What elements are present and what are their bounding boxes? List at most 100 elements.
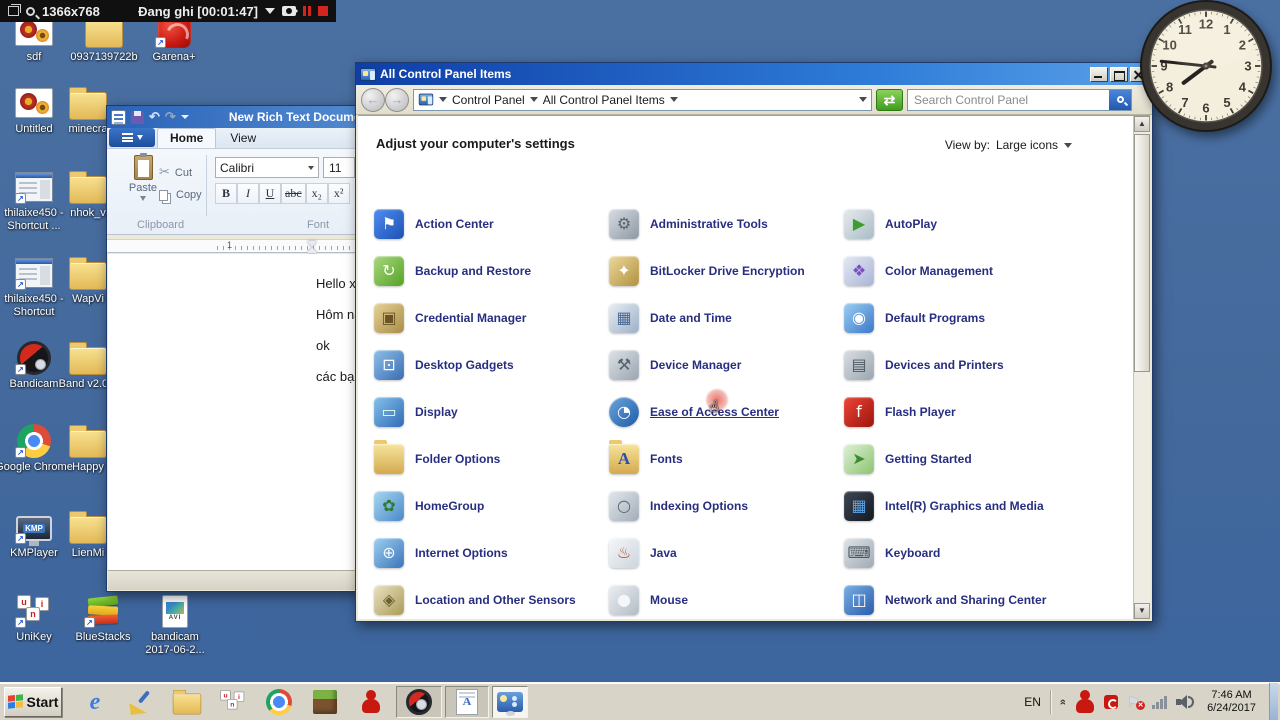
cp-item-default-programs[interactable]: ◉Default Programs — [844, 294, 1079, 341]
desktop-icon-bandicam-2017-06-2[interactable]: AVIbandicam 2017-06-2... — [136, 594, 214, 657]
cp-item-color-management[interactable]: ❖Color Management — [844, 247, 1079, 294]
cp-item-desktop-gadgets[interactable]: ⊡Desktop Gadgets — [374, 341, 609, 388]
wordpad-menu-button[interactable] — [109, 128, 155, 147]
cp-item-autoplay[interactable]: ▶AutoPlay — [844, 200, 1079, 247]
cp-item-internet-options[interactable]: ⊕Internet Options — [374, 529, 609, 576]
clock-gadget[interactable]: 123456789101112 — [1136, 0, 1276, 136]
taskbar-window-control-panel[interactable] — [492, 686, 528, 718]
font-size-select[interactable]: 11 — [323, 157, 355, 178]
language-indicator[interactable]: EN — [1024, 695, 1041, 709]
taskbar-unikey-icon[interactable]: uin — [210, 686, 256, 718]
paste-button[interactable]: Paste — [121, 155, 165, 213]
copy-button[interactable]: Copy — [159, 189, 202, 201]
maximize-button[interactable] — [1110, 67, 1128, 82]
tab-home[interactable]: Home — [157, 128, 216, 148]
bandicam-stop-icon[interactable] — [318, 6, 328, 16]
taskbar-minecraft-icon[interactable] — [302, 686, 348, 718]
font-strikethrough-button[interactable]: abc — [281, 183, 306, 204]
taskbar-internet-explorer-icon[interactable]: e — [72, 686, 118, 718]
font-family-select[interactable]: Calibri — [215, 157, 319, 178]
document-line: ok — [316, 338, 330, 353]
devices-printers-icon: ▤ — [844, 350, 874, 380]
cp-item-folder-options[interactable]: Folder Options — [374, 435, 609, 482]
cp-item-bitlocker-drive-encryption[interactable]: ✦BitLocker Drive Encryption — [609, 247, 844, 294]
bandicam-dropdown-icon[interactable] — [265, 8, 275, 14]
cp-item-indexing-options[interactable]: ○Indexing Options — [609, 482, 844, 529]
minimize-button[interactable] — [1090, 67, 1108, 82]
scroll-down-button[interactable]: ▼ — [1134, 603, 1150, 619]
cp-item-network-and-sharing-center[interactable]: ◫Network and Sharing Center — [844, 576, 1079, 619]
network-signal-icon[interactable] — [1152, 695, 1167, 709]
font-subscript-button[interactable]: x₂ — [306, 183, 328, 204]
cp-item-mouse[interactable]: ●Mouse — [609, 576, 844, 619]
garena-tray-icon[interactable] — [1075, 690, 1095, 714]
cp-item-fonts[interactable]: AFonts — [609, 435, 844, 482]
back-button[interactable]: ← — [361, 88, 385, 112]
cp-item-backup-and-restore[interactable]: ↻Backup and Restore — [374, 247, 609, 294]
font-group-label: Font — [307, 219, 329, 231]
desktop-icon-unikey[interactable]: uin↗UniKey — [0, 594, 73, 644]
tab-view[interactable]: View — [218, 129, 268, 148]
scissors-icon: ✂ — [159, 165, 170, 180]
taskbar-google-chrome-icon[interactable] — [256, 686, 302, 718]
desktop-icon-bluestacks[interactable]: ↗BlueStacks — [64, 594, 142, 644]
cp-item-device-manager[interactable]: ⚒Device Manager — [609, 341, 844, 388]
cp-item-date-and-time[interactable]: ▦Date and Time — [609, 294, 844, 341]
control-panel-titlebar[interactable]: All Control Panel Items — [356, 63, 1152, 85]
address-history-dropdown-icon[interactable] — [859, 97, 867, 102]
scrollbar-thumb[interactable] — [1134, 134, 1150, 372]
cp-item-display[interactable]: ▭Display — [374, 388, 609, 435]
refresh-button[interactable]: ⇄ — [876, 89, 903, 111]
save-icon[interactable] — [131, 111, 144, 124]
cp-item-devices-and-printers[interactable]: ▤Devices and Printers — [844, 341, 1079, 388]
taskbar-garena-icon[interactable] — [348, 686, 394, 718]
show-desktop-button[interactable] — [1269, 683, 1278, 720]
taskbar-windows-explorer-icon[interactable] — [164, 686, 210, 718]
taskbar-window-wordpad[interactable]: A — [445, 686, 489, 718]
cp-item-location-and-other-sensors[interactable]: ◈Location and Other Sensors — [374, 576, 609, 619]
bandicam-pause-icon[interactable] — [303, 6, 311, 16]
breadcrumb[interactable]: Control Panel All Control Panel Items — [413, 89, 872, 111]
breadcrumb-all-items[interactable]: All Control Panel Items — [543, 93, 665, 107]
action-center-flag-icon[interactable]: ⚑✕ — [1127, 694, 1143, 710]
cp-item-java[interactable]: ♨Java — [609, 529, 844, 576]
cp-item-credential-manager[interactable]: ▣Credential Manager — [374, 294, 609, 341]
chevron-down-icon[interactable] — [670, 97, 678, 102]
tray-clock[interactable]: 7:46 AM 6/24/2017 — [1203, 689, 1260, 715]
taskbar-window-bandicam[interactable] — [396, 686, 442, 718]
cp-item-homegroup[interactable]: ✿HomeGroup — [374, 482, 609, 529]
undo-icon[interactable]: ↶ — [149, 109, 160, 125]
hidden-icons-chevron-icon[interactable]: » — [1057, 698, 1069, 704]
view-by-value[interactable]: Large icons — [996, 138, 1058, 152]
font-superscript-button[interactable]: x² — [328, 183, 350, 204]
bandicam-camera-icon[interactable] — [282, 6, 296, 16]
search-button[interactable] — [1109, 90, 1131, 110]
cp-item-action-center[interactable]: ⚑Action Center — [374, 200, 609, 247]
chevron-down-icon[interactable] — [439, 97, 447, 102]
redo-icon[interactable]: ↷ — [165, 109, 176, 125]
volume-icon[interactable] — [1176, 694, 1194, 710]
breadcrumb-control-panel[interactable]: Control Panel — [452, 93, 525, 107]
taskbar-ccleaner-icon[interactable] — [118, 686, 164, 718]
cp-item-administrative-tools[interactable]: ⚙Administrative Tools — [609, 200, 844, 247]
bandicam-tray-icon[interactable] — [1104, 695, 1118, 709]
cp-item-ease-of-access-center[interactable]: ◔Ease of Access Center☝ — [609, 388, 844, 435]
cut-button[interactable]: ✂ Cut — [159, 165, 192, 180]
chevron-down-icon[interactable] — [530, 97, 538, 102]
search-input[interactable] — [914, 93, 1109, 107]
start-button[interactable]: Start — [4, 687, 62, 717]
font-italic-button[interactable]: I — [237, 183, 259, 204]
bandicam-restore-icon[interactable] — [8, 6, 19, 16]
view-by-control[interactable]: View by: Large icons — [945, 138, 1072, 152]
forward-button[interactable]: → — [385, 88, 409, 112]
font-underline-button[interactable]: U — [259, 183, 281, 204]
cp-item-keyboard[interactable]: ⌨Keyboard — [844, 529, 1079, 576]
bandicam-magnifier-icon[interactable] — [26, 7, 35, 16]
chevron-down-icon[interactable] — [1064, 143, 1072, 148]
lienmi-icon — [68, 510, 108, 544]
quick-access-dropdown-icon[interactable] — [181, 115, 189, 119]
cp-item-getting-started[interactable]: ➤Getting Started — [844, 435, 1079, 482]
cp-item-flash-player[interactable]: fFlash Player — [844, 388, 1079, 435]
cp-item-intel-r-graphics-and-media[interactable]: ▦Intel(R) Graphics and Media — [844, 482, 1079, 529]
font-bold-button[interactable]: B — [215, 183, 237, 204]
